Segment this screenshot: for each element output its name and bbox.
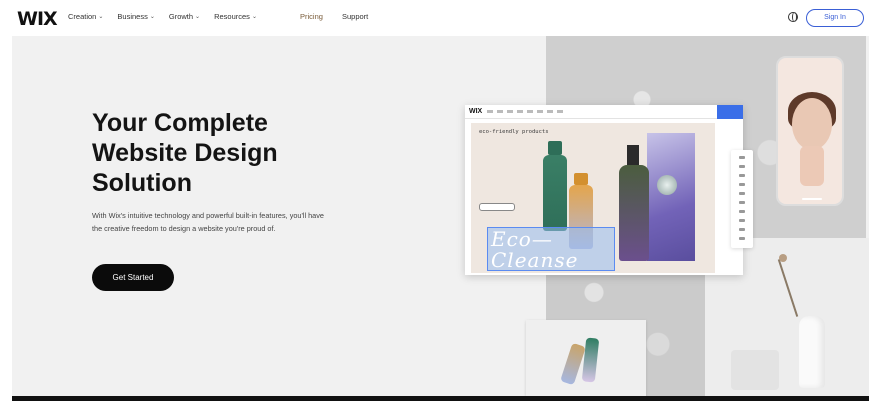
pump-neck bbox=[627, 145, 639, 165]
editor-headline: Eco— Cleanse bbox=[491, 227, 579, 272]
stone-block bbox=[731, 350, 779, 390]
menu-item-label: Growth bbox=[168, 12, 194, 21]
editor-side-toolbar bbox=[731, 150, 753, 248]
dried-flower bbox=[779, 254, 787, 262]
chevron-down-icon: ⌄ bbox=[251, 14, 257, 20]
hero-title: Your Complete Website Design Solution bbox=[92, 109, 278, 197]
bottle-cap bbox=[548, 141, 562, 155]
sign-in-button[interactable]: Sign In bbox=[806, 9, 864, 27]
main-menu: Creation ⌄ Business ⌄ Growth ⌄ Resources ⌄ bbox=[68, 12, 271, 21]
box-graphic bbox=[657, 175, 677, 195]
editor-toolbar: WIX bbox=[465, 105, 743, 119]
menu-item-label: Resources bbox=[214, 12, 250, 21]
pump-bottle bbox=[619, 165, 649, 261]
chevron-down-icon: ⌄ bbox=[195, 14, 201, 20]
menu-item-support[interactable]: Support bbox=[342, 12, 368, 21]
model-face bbox=[792, 98, 832, 150]
bottle-cap bbox=[574, 173, 588, 185]
bottom-divider bbox=[12, 396, 869, 401]
product-box bbox=[647, 133, 695, 261]
dried-stem bbox=[777, 259, 799, 317]
get-started-button[interactable]: Get Started bbox=[92, 264, 174, 291]
white-vase bbox=[799, 316, 825, 388]
mobile-preview-image bbox=[776, 56, 844, 206]
chevron-down-icon: ⌄ bbox=[149, 14, 155, 20]
menu-item-creation[interactable]: Creation ⌄ bbox=[68, 12, 103, 21]
top-nav: WIX Creation ⌄ Business ⌄ Growth ⌄ Resource… bbox=[0, 0, 869, 36]
menu-item-label: Business bbox=[117, 12, 148, 21]
editor-menu-placeholder bbox=[487, 110, 567, 113]
text-edit-chip bbox=[479, 203, 515, 211]
editor-eyebrow-text: eco-friendly products bbox=[479, 129, 549, 135]
menu-item-label: Creation bbox=[68, 12, 97, 21]
bottle-image bbox=[581, 337, 600, 383]
model-neck bbox=[800, 146, 824, 186]
chevron-down-icon: ⌄ bbox=[98, 14, 104, 20]
editor-canvas: eco-friendly products Eco— Cleanse bbox=[471, 123, 715, 273]
editor-logo: WIX bbox=[469, 108, 483, 115]
menu-item-pricing[interactable]: Pricing bbox=[300, 12, 323, 21]
editor-publish-button bbox=[717, 105, 743, 119]
globe-icon[interactable] bbox=[788, 12, 798, 22]
menu-item-resources[interactable]: Resources ⌄ bbox=[214, 12, 257, 21]
menu-item-growth[interactable]: Growth ⌄ bbox=[169, 12, 200, 21]
product-photo-card bbox=[526, 320, 646, 396]
editor-preview: WIX eco-friendly products Eco— Cleanse bbox=[465, 105, 743, 275]
hero-description: With Wix's intuitive technology and powe… bbox=[92, 211, 324, 233]
menu-item-business[interactable]: Business ⌄ bbox=[117, 12, 154, 21]
phone-home-indicator bbox=[802, 198, 822, 200]
green-bottle bbox=[543, 155, 567, 231]
wix-logo[interactable]: WIX bbox=[17, 8, 58, 30]
